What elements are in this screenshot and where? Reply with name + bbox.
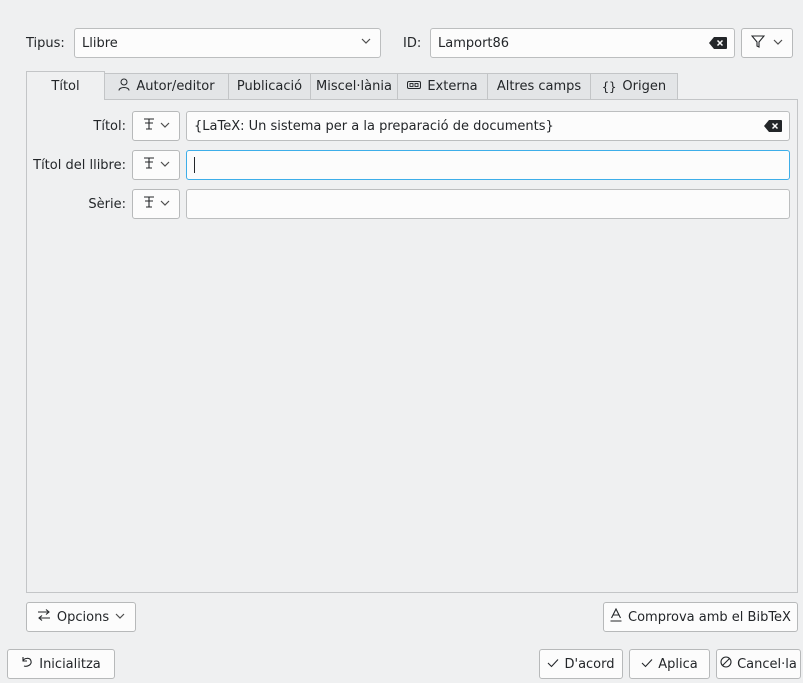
apply-button[interactable]: Aplica bbox=[629, 649, 710, 679]
undo-icon bbox=[21, 656, 33, 672]
value-type-button[interactable] bbox=[132, 111, 180, 141]
tab-label: Autor/editor bbox=[136, 79, 215, 94]
chevron-down-icon bbox=[773, 36, 783, 51]
tab-label: Externa bbox=[427, 79, 478, 94]
text-type-icon bbox=[143, 118, 155, 134]
options-icon bbox=[37, 609, 51, 625]
value-type-button[interactable] bbox=[132, 189, 180, 219]
apply-label: Aplica bbox=[658, 656, 698, 672]
ok-button[interactable]: D'acord bbox=[539, 649, 623, 679]
id-label: ID: bbox=[403, 36, 422, 51]
braces-icon: {} bbox=[601, 79, 617, 94]
field-label-titol-llibre: Títol del llibre: bbox=[33, 158, 126, 173]
checkmark-icon bbox=[641, 657, 653, 672]
chevron-down-icon bbox=[160, 119, 170, 134]
check-bibtex-button[interactable]: Comprova amb el BibTeX bbox=[603, 602, 798, 632]
text-type-icon bbox=[143, 157, 155, 173]
filter-id-button[interactable] bbox=[741, 28, 793, 58]
check-bibtex-label: Comprova amb el BibTeX bbox=[628, 609, 791, 625]
chevron-down-icon bbox=[115, 610, 125, 625]
tab-origen[interactable]: {} Origen bbox=[590, 73, 678, 99]
text-underline-icon bbox=[610, 607, 622, 626]
tab-autor-editor[interactable]: Autor/editor bbox=[104, 73, 229, 99]
titol-llibre-input[interactable] bbox=[186, 150, 790, 180]
tab-label: Origen bbox=[622, 79, 667, 94]
tab-miscellania[interactable]: Miscel·lània bbox=[310, 73, 398, 99]
text-type-icon bbox=[143, 196, 155, 212]
text-cursor bbox=[194, 157, 195, 173]
link-icon bbox=[407, 79, 422, 94]
options-button[interactable]: Opcions bbox=[26, 602, 136, 632]
serie-input[interactable] bbox=[186, 189, 790, 219]
id-value: Lamport86 bbox=[438, 35, 510, 51]
tab-publicacio[interactable]: Publicació bbox=[228, 73, 311, 99]
clear-text-icon[interactable] bbox=[709, 37, 727, 49]
options-label: Opcions bbox=[56, 609, 110, 625]
type-label: Tipus: bbox=[26, 36, 65, 51]
reset-button[interactable]: Inicialitza bbox=[7, 649, 115, 679]
tab-altres-camps[interactable]: Altres camps bbox=[487, 73, 591, 99]
ok-label: D'acord bbox=[564, 656, 615, 672]
field-label-titol: Títol: bbox=[93, 119, 126, 134]
tab-titol[interactable]: Títol bbox=[26, 71, 105, 100]
titol-input[interactable]: {LaTeX: Un sistema per a la preparació d… bbox=[186, 111, 790, 141]
cancel-label: Cancel·la bbox=[737, 656, 797, 672]
cancel-icon bbox=[720, 656, 732, 672]
tab-label: Títol bbox=[51, 78, 80, 94]
type-value: Llibre bbox=[82, 35, 118, 51]
reset-label: Inicialitza bbox=[39, 656, 101, 672]
filter-icon bbox=[750, 34, 766, 52]
id-input[interactable]: Lamport86 bbox=[430, 28, 735, 58]
tab-label: Miscel·lània bbox=[316, 79, 392, 94]
field-label-serie: Sèrie: bbox=[88, 197, 126, 212]
tab-externa[interactable]: Externa bbox=[397, 73, 488, 99]
clear-text-icon[interactable] bbox=[764, 120, 782, 132]
checkmark-icon bbox=[547, 657, 559, 672]
type-combobox[interactable]: Llibre bbox=[74, 28, 381, 58]
cancel-button[interactable]: Cancel·la bbox=[716, 649, 801, 679]
chevron-down-icon bbox=[361, 36, 371, 49]
chevron-down-icon bbox=[160, 158, 170, 173]
person-icon bbox=[118, 78, 130, 95]
tab-label: Publicació bbox=[236, 79, 303, 94]
chevron-down-icon bbox=[160, 197, 170, 212]
value-type-button[interactable] bbox=[132, 150, 180, 180]
tab-label: Altres camps bbox=[496, 79, 582, 94]
titol-value: {LaTeX: Un sistema per a la preparació d… bbox=[194, 118, 554, 134]
